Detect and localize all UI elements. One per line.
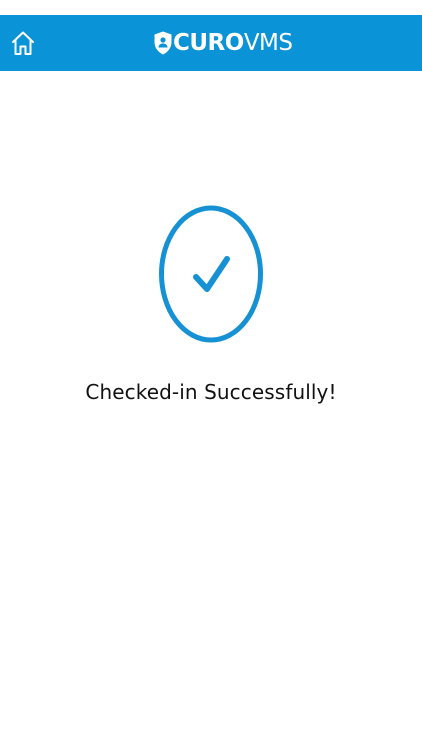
curovms-logo: CURO VMS <box>154 27 293 59</box>
app-screen: CURO VMS Checked-in Successfully! <box>0 0 422 750</box>
logo-text-light: VMS <box>243 30 293 56</box>
home-button[interactable] <box>10 28 36 58</box>
shield-user-icon <box>154 31 172 55</box>
home-icon <box>12 31 34 55</box>
logo-text-bold: CURO <box>173 30 244 56</box>
status-bar <box>0 0 422 15</box>
check-circle-icon <box>159 205 263 343</box>
success-message: Checked-in Successfully! <box>85 380 337 404</box>
app-header: CURO VMS <box>0 15 422 71</box>
